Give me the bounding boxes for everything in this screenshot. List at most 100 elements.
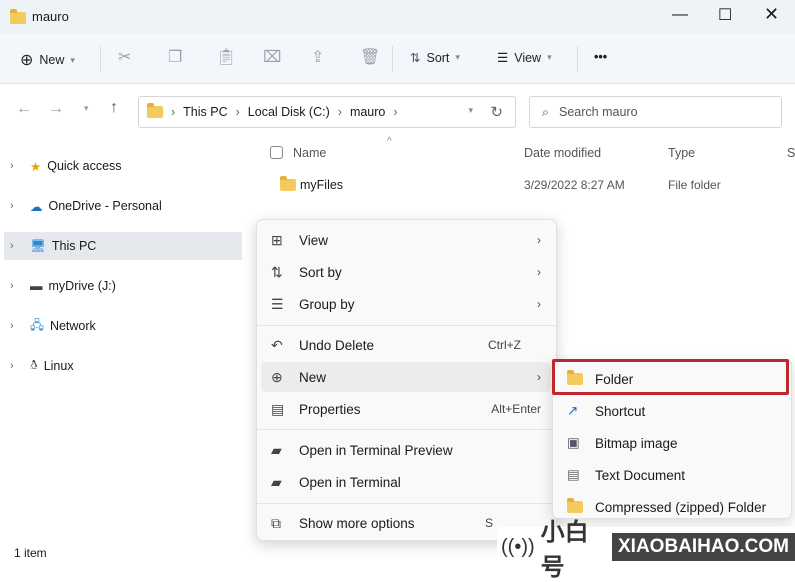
- sidebar-item-linux[interactable]: › 🐧︎ Linux: [4, 352, 242, 380]
- rename-icon[interactable]: ⌧: [263, 47, 281, 67]
- close-button[interactable]: ✕: [764, 4, 779, 25]
- recent-locations-button[interactable]: ▾: [84, 103, 89, 114]
- view-button[interactable]: ☰ View ▾: [497, 50, 552, 66]
- sidebar-item-onedrive[interactable]: › ☁ OneDrive - Personal: [4, 192, 242, 220]
- network-icon: 🖧: [30, 317, 44, 332]
- forward-button[interactable]: →: [48, 100, 64, 118]
- sidebar-item-this-pc[interactable]: › 🖥︎ This PC: [4, 232, 242, 260]
- menu-item-properties[interactable]: ▤ Properties Alt+Enter: [261, 394, 551, 424]
- search-input[interactable]: ⌕ Search mauro: [529, 96, 782, 128]
- highlight-box: [552, 359, 789, 395]
- chevron-right-icon: ›: [537, 370, 541, 384]
- submenu-item-bitmap[interactable]: ▣ Bitmap image: [557, 428, 787, 458]
- chevron-down-icon: ▾: [70, 54, 75, 65]
- menu-item-sort-by[interactable]: ⇅ Sort by ›: [261, 257, 551, 287]
- address-bar[interactable]: › This PC › Local Disk (C:) › mauro › ▾ ↻: [138, 96, 516, 128]
- sort-icon: ⇅: [410, 51, 421, 65]
- star-icon: ★: [30, 159, 42, 174]
- sidebar-item-label: Network: [49, 319, 96, 333]
- menu-item-open-terminal[interactable]: ▰ Open in Terminal: [261, 467, 551, 497]
- text-file-icon: ▤: [567, 467, 580, 482]
- shortcut: S: [484, 516, 493, 530]
- sidebar-item-quick-access[interactable]: › ★ Quick access: [4, 152, 242, 180]
- submenu-label: Compressed (zipped) Folder: [595, 499, 767, 515]
- menu-label: View: [299, 232, 329, 248]
- broadcast-icon: ((•)): [501, 535, 535, 558]
- new-button[interactable]: ⊕ New ▾: [20, 50, 75, 70]
- up-button[interactable]: ↑: [110, 99, 118, 117]
- copy-icon[interactable]: ❐: [168, 47, 182, 67]
- breadcrumb-item[interactable]: This PC: [183, 105, 227, 119]
- menu-label: New: [299, 369, 327, 385]
- chevron-right-icon: ›: [537, 233, 541, 247]
- submenu-item-text-document[interactable]: ▤ Text Document: [557, 460, 787, 490]
- menu-label: Properties: [299, 401, 361, 417]
- submenu-label: Bitmap image: [595, 435, 678, 451]
- search-placeholder: Search mauro: [559, 105, 638, 119]
- sort-arrow-icon: ^: [387, 136, 392, 147]
- menu-label: Show more options: [299, 515, 415, 531]
- submenu-label: Shortcut: [595, 403, 646, 419]
- submenu-item-shortcut[interactable]: ↗ Shortcut: [557, 396, 787, 426]
- menu-item-undo-delete[interactable]: ↶ Undo Delete Ctrl+Z: [261, 330, 551, 360]
- folder-icon: [10, 9, 26, 24]
- delete-icon[interactable]: 🗑︎: [360, 47, 380, 67]
- new-label: New: [39, 53, 65, 67]
- image-file-icon: ▣: [567, 435, 580, 450]
- plus-circle-icon: ⊕: [20, 52, 34, 69]
- column-type[interactable]: Type: [668, 146, 695, 160]
- drive-icon: ▬: [30, 279, 43, 293]
- more-options-button[interactable]: •••: [594, 50, 607, 64]
- plus-circle-icon: ⊕: [271, 368, 283, 385]
- folder-icon: [280, 176, 296, 191]
- cut-icon[interactable]: ✂: [118, 47, 131, 67]
- maximize-button[interactable]: ☐: [718, 5, 732, 25]
- shortcut: Alt+Enter: [491, 402, 541, 416]
- sidebar-item-label: Linux: [43, 359, 74, 373]
- shortcut-icon: ↗: [567, 403, 579, 418]
- sidebar-item-label: OneDrive - Personal: [48, 199, 162, 213]
- view-label: View: [514, 50, 542, 65]
- sidebar-item-label: This PC: [51, 239, 97, 253]
- column-size[interactable]: S: [787, 146, 795, 160]
- sidebar-item-mydrive[interactable]: › ▬ myDrive (J:): [4, 272, 242, 300]
- watermark-en: XIAOBAIHAO.COM: [612, 533, 795, 561]
- menu-item-new[interactable]: ⊕ New ›: [261, 362, 551, 392]
- terminal-icon: ▰: [271, 473, 282, 490]
- watermark-cn: 小白号: [540, 519, 589, 581]
- file-row[interactable]: myFiles 3/29/2022 8:27 AM File folder: [255, 172, 795, 198]
- address-dropdown-icon[interactable]: ▾: [468, 105, 473, 116]
- sidebar-item-label: myDrive (J:): [48, 279, 116, 293]
- minimize-button[interactable]: —: [672, 6, 688, 24]
- context-menu: ⊞ View › ⇅ Sort by › ☰ Group by › ↶ Undo Delete…: [256, 219, 557, 541]
- select-all-checkbox[interactable]: [270, 146, 283, 159]
- search-icon: ⌕: [542, 104, 550, 119]
- watermark-logo: ((•)) 小白号 XIAOBAIHAO.COM: [497, 519, 795, 581]
- submenu-label: Text Document: [595, 467, 686, 483]
- breadcrumb-item[interactable]: Local Disk (C:): [248, 105, 330, 119]
- sort-icon: ⇅: [271, 263, 283, 280]
- back-button[interactable]: ←: [16, 100, 32, 118]
- sort-label: Sort: [426, 50, 450, 65]
- menu-item-view[interactable]: ⊞ View ›: [261, 225, 551, 255]
- breadcrumb-item[interactable]: mauro: [350, 105, 385, 119]
- file-date: 3/29/2022 8:27 AM: [524, 178, 625, 192]
- terminal-icon: ▰: [271, 441, 282, 458]
- column-date-modified[interactable]: Date modified: [524, 146, 601, 160]
- monitor-icon: 🖥︎: [30, 238, 46, 253]
- view-icon: ☰: [497, 51, 509, 65]
- column-name[interactable]: Name: [293, 146, 326, 160]
- refresh-icon[interactable]: ↻: [490, 103, 503, 121]
- divider: [257, 503, 556, 504]
- cloud-icon: ☁: [30, 199, 43, 214]
- menu-item-group-by[interactable]: ☰ Group by ›: [261, 289, 551, 319]
- menu-label: Undo Delete: [299, 337, 375, 353]
- menu-item-open-terminal-preview[interactable]: ▰ Open in Terminal Preview: [261, 435, 551, 465]
- share-icon[interactable]: ⇪: [311, 47, 324, 67]
- sort-button[interactable]: ⇅ Sort ▾: [410, 50, 460, 66]
- command-bar: ⊕ New ▾ ✂ ❐ 📋︎ ⌧ ⇪ 🗑︎ ⇅ Sort ▾ ☰ View ▾ •••: [0, 34, 795, 84]
- expand-icon: ⧉: [271, 514, 281, 531]
- paste-icon[interactable]: 📋︎: [216, 47, 236, 67]
- sidebar-item-network[interactable]: › 🖧 Network: [4, 312, 242, 340]
- menu-label: Open in Terminal: [299, 474, 401, 490]
